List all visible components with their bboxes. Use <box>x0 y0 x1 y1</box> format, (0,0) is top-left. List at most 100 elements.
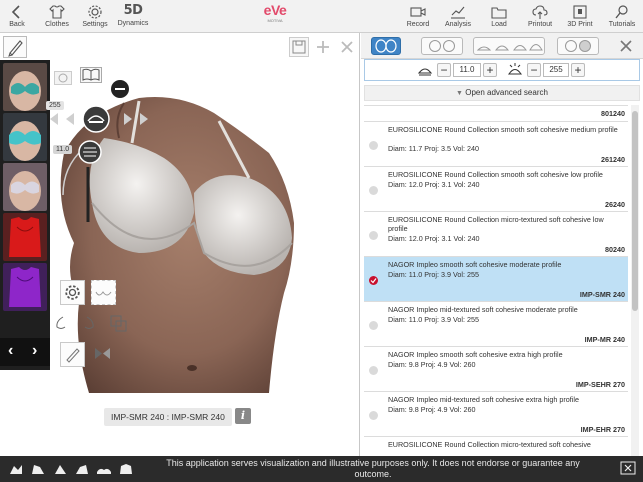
diameter-icon <box>417 68 433 76</box>
check-selected-icon[interactable] <box>369 276 378 285</box>
diameter-decrement[interactable]: − <box>437 63 451 77</box>
volume-readout: 255 <box>46 101 64 110</box>
compare-button[interactable] <box>107 312 132 337</box>
load-button[interactable]: Load <box>486 0 512 33</box>
view-side-icon[interactable] <box>52 462 68 476</box>
clothing-option-white-bra[interactable] <box>3 163 47 211</box>
left-breast-button[interactable] <box>50 312 75 337</box>
implant-specs: Diam: 11.0 Proj: 3.9 Vol: 255 <box>388 270 479 279</box>
implant-shape-filters <box>361 33 643 59</box>
implant-row[interactable]: EUROSILICONE Round Collection smooth sof… <box>364 122 628 167</box>
implant-code: IMP-SEHR 270 <box>575 380 625 389</box>
right-breast-button[interactable] <box>77 312 102 337</box>
breast-left-icon <box>56 316 66 329</box>
book-button[interactable] <box>80 67 102 83</box>
check-icon[interactable] <box>369 186 378 195</box>
implant-row[interactable]: EUROSILICONE Round Collection micro-text… <box>364 437 628 456</box>
view-left-icon[interactable] <box>30 462 46 476</box>
annotate-button[interactable] <box>60 342 85 367</box>
clothes-button[interactable]: Clothes <box>40 0 74 33</box>
implant-row[interactable]: EUROSILICONE Round Collection smooth sof… <box>364 167 628 212</box>
breast-right-icon <box>84 316 94 329</box>
diameter-readout: 11.0 <box>53 145 73 154</box>
symmetric-view-button[interactable] <box>91 280 116 305</box>
check-icon[interactable] <box>369 366 378 375</box>
view-front-icon[interactable] <box>8 462 24 476</box>
record-label: Record <box>406 21 430 28</box>
settings-button[interactable]: Settings <box>80 0 110 33</box>
implant-specs: Diam: 9.8 Proj: 4.9 Vol: 260 <box>388 360 476 369</box>
implant-row[interactable]: NAGOR Impleo mid-textured soft cohesive … <box>364 392 628 437</box>
texture-filter[interactable] <box>557 37 599 55</box>
tutorials-button[interactable]: Tutorials <box>606 0 638 33</box>
clothes-pager: ‹ › <box>0 338 50 366</box>
analysis-label: Analysis <box>444 21 472 28</box>
implant-row-selected[interactable]: NAGOR Impleo smooth soft cohesive modera… <box>364 257 628 302</box>
measure-toggle[interactable] <box>54 71 72 85</box>
breast-pair-icon <box>95 291 112 296</box>
volume-increment[interactable]: + <box>571 63 585 77</box>
implant-code: IMP-MR 240 <box>584 335 625 344</box>
view-right-icon[interactable] <box>74 462 90 476</box>
printout-button[interactable]: Printout <box>524 0 556 33</box>
check-icon[interactable] <box>369 321 378 330</box>
volume-value[interactable]: 255 <box>543 63 569 77</box>
shape-filter-round[interactable] <box>421 37 463 55</box>
print3d-button[interactable]: 3D Print <box>566 0 594 33</box>
settings-tool-button[interactable] <box>60 280 85 305</box>
compare-split-icon[interactable] <box>620 461 636 475</box>
volume-decrement[interactable]: − <box>527 63 541 77</box>
size-filters: − 11.0 + − 255 + <box>364 59 640 81</box>
save-view-button[interactable] <box>289 37 309 57</box>
back-button[interactable]: Back <box>2 0 32 33</box>
check-icon[interactable] <box>369 411 378 420</box>
close-view-button[interactable] <box>337 37 357 57</box>
shape-filter-round-pair[interactable] <box>371 37 401 55</box>
implant-code: 801240 <box>601 109 625 118</box>
diameter-increment[interactable]: + <box>483 63 497 77</box>
book-icon <box>82 68 100 81</box>
pen-icon <box>8 40 23 57</box>
implant-code: IMP-EHR 270 <box>580 425 625 434</box>
clothing-option-purple-top[interactable] <box>3 263 47 311</box>
implant-row[interactable]: NAGOR Impleo mid-textured soft cohesive … <box>364 302 628 347</box>
implant-row[interactable]: NAGOR Impleo smooth soft cohesive extra … <box>364 347 628 392</box>
plus-icon <box>317 41 329 53</box>
round-implant-icon <box>375 39 397 53</box>
clothing-option-aqua-bra[interactable] <box>3 113 47 161</box>
mirror-button[interactable] <box>91 342 116 367</box>
check-icon[interactable] <box>369 231 378 240</box>
implant-code: 26240 <box>605 200 625 209</box>
folder-icon <box>491 7 507 19</box>
view-back-icon[interactable] <box>118 462 134 476</box>
scrollbar-thumb[interactable] <box>632 111 638 311</box>
draw-button[interactable] <box>3 36 27 58</box>
implant-name: NAGOR Impleo mid-textured soft cohesive … <box>388 305 578 314</box>
printer-3d-icon <box>573 5 587 19</box>
implant-name: EUROSILICONE Round Collection micro-text… <box>388 440 591 449</box>
dynamics-button[interactable]: 5D Dynamics <box>116 0 150 33</box>
clothes-next-button[interactable]: › <box>32 342 37 360</box>
add-button[interactable] <box>313 37 333 57</box>
list-scrollbar[interactable] <box>631 105 639 456</box>
record-button[interactable]: Record <box>404 0 432 33</box>
check-icon[interactable] <box>369 141 378 150</box>
info-button[interactable]: i <box>235 408 251 424</box>
analysis-button[interactable]: Analysis <box>442 0 474 33</box>
advanced-search-toggle[interactable]: ▼ Open advanced search <box>364 85 640 101</box>
clothing-option-red-top[interactable] <box>3 213 47 261</box>
implant-specs: Diam: 12.0 Proj: 3.1 Vol: 240 <box>388 180 480 189</box>
profile-filter[interactable] <box>473 37 545 55</box>
view-top-icon[interactable] <box>96 462 112 476</box>
logo-subtext: MOTIVA <box>267 18 283 23</box>
gear-icon <box>65 285 80 300</box>
close-icon <box>341 41 353 53</box>
disclaimer-text: This application serves visualization an… <box>166 458 580 479</box>
clothing-option-teal-bikini[interactable] <box>3 63 47 111</box>
clothes-prev-button[interactable]: ‹ <box>8 342 13 360</box>
close-panel-button[interactable] <box>615 37 637 55</box>
implant-name: EUROSILICONE Round Collection micro-text… <box>388 215 604 233</box>
implant-row[interactable]: EUROSILICONE Round Collection micro-text… <box>364 212 628 257</box>
list-item-partial[interactable]: 801240 <box>364 106 628 122</box>
diameter-value[interactable]: 11.0 <box>453 63 481 77</box>
